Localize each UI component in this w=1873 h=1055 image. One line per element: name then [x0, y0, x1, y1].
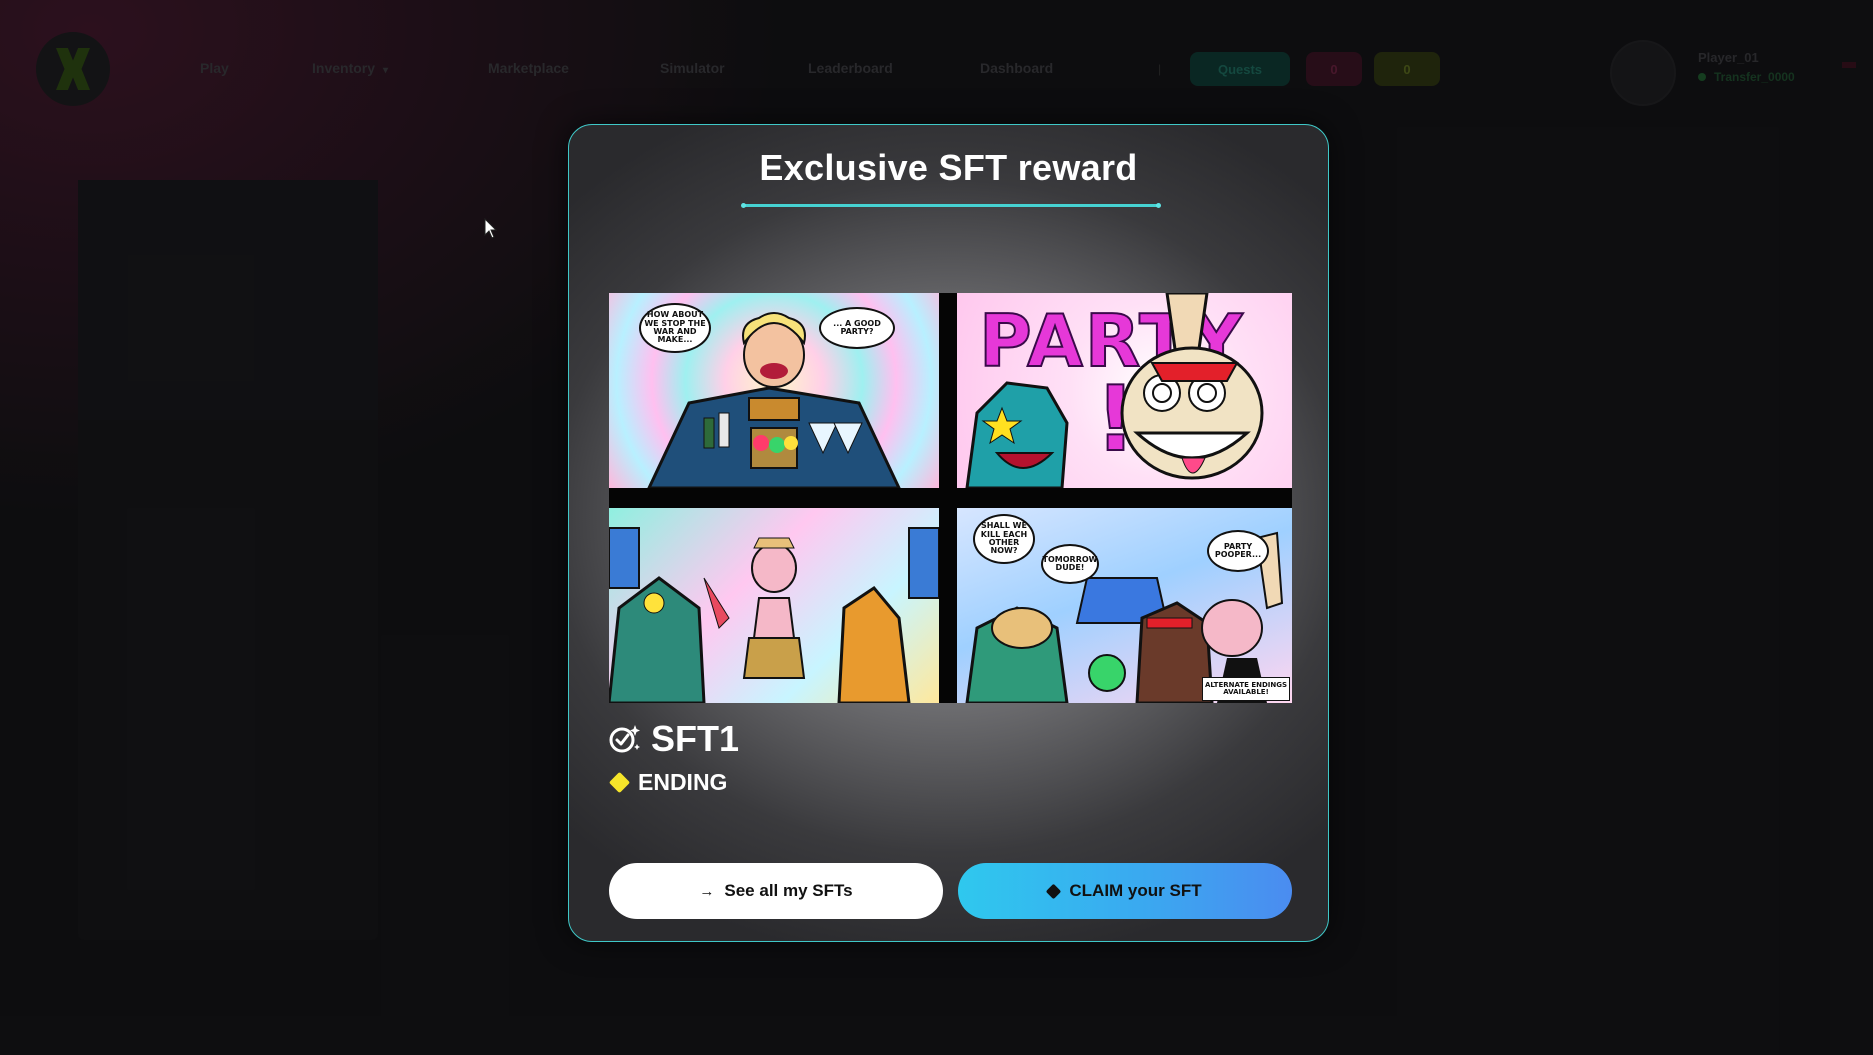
mouse-cursor-icon: [484, 218, 498, 239]
speech-bubble: TOMORROW DUDE!: [1041, 544, 1099, 584]
verified-sparkle-icon: [609, 725, 640, 753]
caption-box: ALTERNATE ENDINGS AVAILABLE!: [1202, 677, 1290, 701]
see-all-sfts-label: See all my SFTs: [724, 881, 853, 900]
speech-bubble: ... A GOOD PARTY?: [819, 307, 895, 349]
comic-panel-1: HOW ABOUT WE STOP THE WAR AND MAKE... ..…: [609, 293, 939, 488]
arrow-right-icon: →: [699, 882, 715, 900]
claim-sft-label: CLAIM your SFT: [1069, 881, 1202, 900]
sft-name: SFT1: [651, 718, 740, 759]
speech-bubble: SHALL WE KILL EACH OTHER NOW?: [973, 514, 1035, 564]
sft-status-row: ENDING: [608, 769, 728, 796]
see-all-sfts-button[interactable]: → See all my SFTs: [609, 863, 943, 919]
sft-title-row: SFT1: [609, 718, 739, 760]
comic-panel-3: [609, 508, 939, 703]
modal-title: Exclusive SFT reward: [759, 147, 1138, 188]
comic-panel-4: SHALL WE KILL EACH OTHER NOW? TOMORROW D…: [957, 508, 1292, 703]
claim-sft-button[interactable]: CLAIM your SFT: [958, 863, 1292, 919]
sft-status: ENDING: [638, 769, 728, 795]
speech-bubble: PARTY POOPER...: [1207, 530, 1269, 572]
sft-reward-modal: Exclusive SFT reward HOW ABOUT WE STOP T…: [568, 124, 1329, 942]
sft-artwork: HOW ABOUT WE STOP THE WAR AND MAKE... ..…: [609, 293, 1292, 703]
title-underline: [741, 203, 1161, 208]
comic-panel-2: PARTY !: [957, 293, 1292, 488]
diamond-status-icon: [608, 771, 631, 794]
speech-bubble: HOW ABOUT WE STOP THE WAR AND MAKE...: [639, 303, 711, 353]
diamond-icon: [1046, 883, 1062, 899]
